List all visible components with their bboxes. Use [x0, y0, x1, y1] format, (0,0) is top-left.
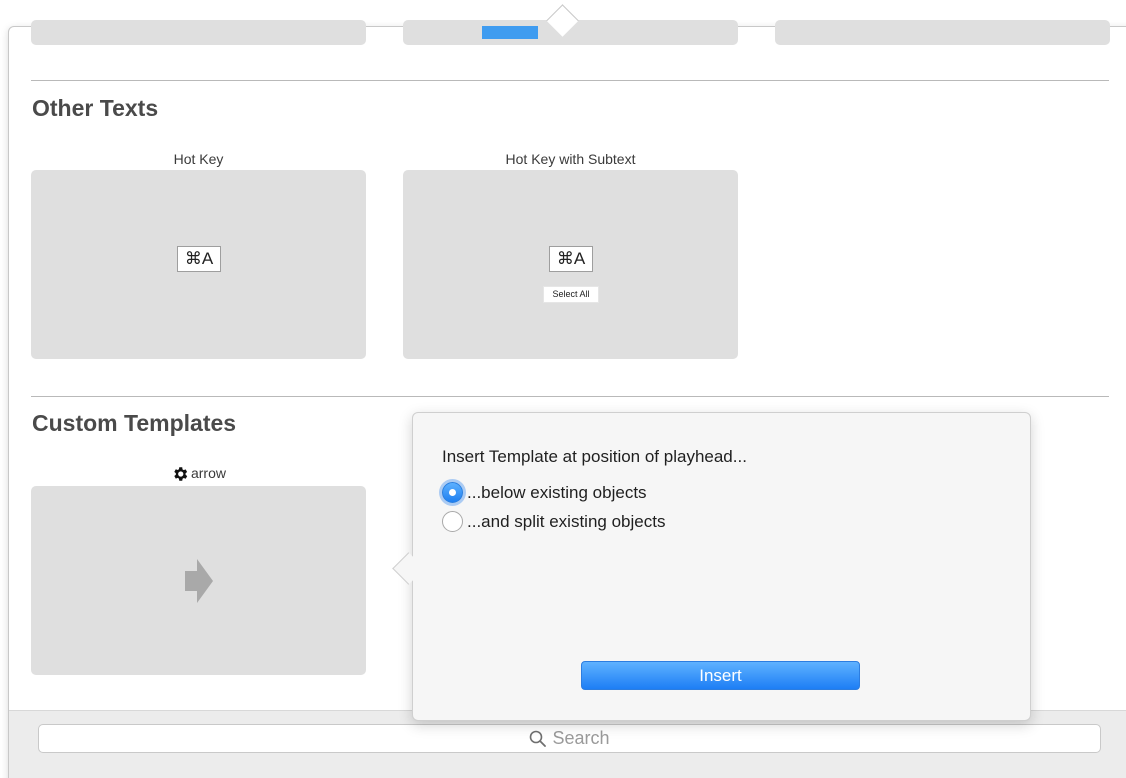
radio-button[interactable] [442, 511, 463, 532]
tile-label-hot-key-with-subtext: Hot Key with Subtext [505, 151, 636, 167]
tile-label-text: arrow [190, 465, 226, 481]
tile-label-hot-key: Hot Key [173, 151, 224, 167]
template-tile-arrow[interactable] [31, 486, 366, 675]
insert-template-popover: Insert Template at position of playhead.… [412, 412, 1031, 721]
hotkey-subtext-preview: Select All [543, 286, 599, 303]
radio-label: ...and split existing objects [467, 511, 666, 531]
insert-popover-heading: Insert Template at position of playhead.… [442, 447, 747, 466]
radio-button-selected[interactable] [442, 482, 463, 503]
section-divider [31, 396, 1109, 397]
search-placeholder: Search [552, 728, 610, 748]
color-swatch [482, 26, 538, 39]
insert-arrow-cover [413, 550, 425, 586]
template-tile-partial[interactable] [775, 20, 1110, 45]
template-browser: Other Texts Hot Key ⌘A Hot Key with Subt… [0, 0, 1126, 778]
template-tile-hot-key-with-subtext[interactable]: ⌘A Select All [403, 170, 738, 359]
section-title-other-texts: Other Texts [32, 95, 159, 121]
section-title-custom-templates: Custom Templates [32, 410, 237, 436]
radio-option-split[interactable]: ...and split existing objects [442, 511, 665, 532]
template-tile-partial[interactable] [31, 20, 366, 45]
gear-icon [174, 467, 188, 482]
arrow-right-icon [185, 559, 213, 603]
tile-label-arrow: arrow [31, 465, 366, 483]
radio-option-below[interactable]: ...below existing objects [442, 482, 647, 503]
magnifier-icon [530, 730, 547, 747]
hotkey-preview: ⌘A [549, 246, 593, 272]
section-divider [31, 80, 1109, 81]
hotkey-preview: ⌘A [177, 246, 221, 272]
radio-label: ...below existing objects [467, 482, 647, 502]
search-input[interactable]: Search [38, 724, 1101, 753]
template-tile-hot-key[interactable]: ⌘A [31, 170, 366, 359]
insert-button[interactable]: Insert [581, 661, 860, 690]
